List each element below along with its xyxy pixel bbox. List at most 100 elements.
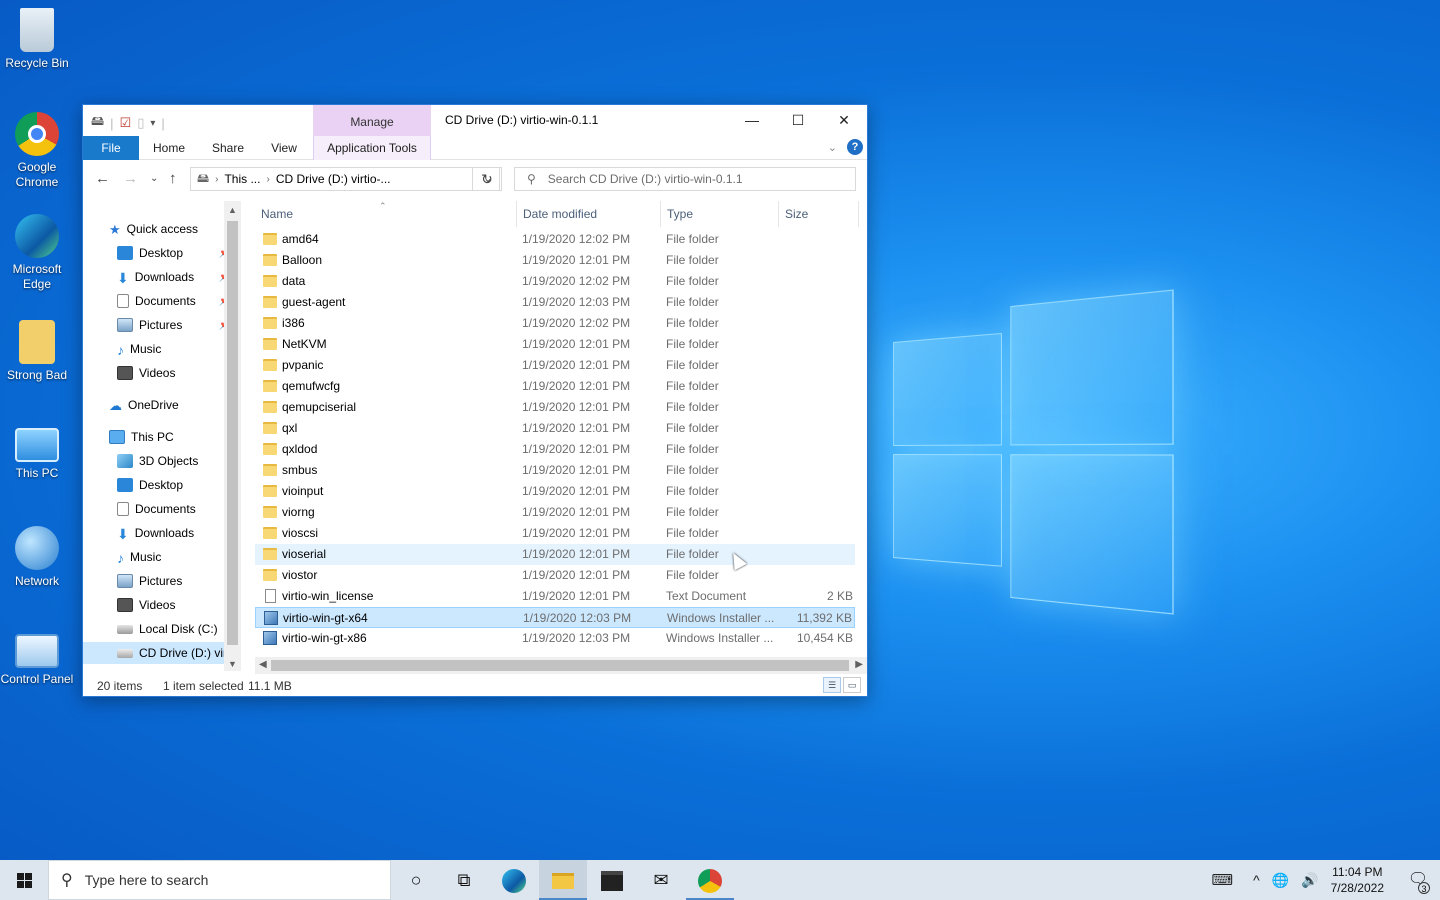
nav-quick-access[interactable]: ★ Quick access	[83, 218, 241, 240]
desktop-icon-strong-bad[interactable]: Strong Bad	[0, 320, 74, 383]
file-row[interactable]: qemupciserial 1/19/2020 12:01 PM File fold…	[255, 397, 855, 418]
desktop-icon-edge[interactable]: Microsoft Edge	[0, 214, 74, 292]
network-globe-icon[interactable]: 🌐	[1272, 872, 1289, 889]
address-bar[interactable]: 🖴 › This ... › CD Drive (D:) virtio-... …	[190, 167, 500, 191]
nav-3d-objects[interactable]: 3D Objects	[83, 450, 241, 472]
file-row[interactable]: vioscsi 1/19/2020 12:01 PM File folder	[255, 523, 855, 544]
file-row[interactable]: guest-agent 1/19/2020 12:03 PM File folder	[255, 292, 855, 313]
taskbar-search-box[interactable]: ⚲ Type here to search	[48, 860, 391, 900]
show-hidden-icons-icon[interactable]: ^	[1253, 872, 1260, 888]
file-list-horizontal-scrollbar[interactable]: ◀ ▶	[255, 657, 867, 674]
file-row[interactable]: virtio-win-gt-x86 1/19/2020 12:03 PM Windo…	[255, 628, 855, 649]
new-folder-icon[interactable]: ▯	[137, 115, 144, 131]
help-icon[interactable]: ?	[847, 139, 863, 155]
tab-application-tools[interactable]: Application Tools	[313, 136, 431, 160]
nav-qa-music[interactable]: ♪ Music	[83, 338, 241, 360]
scrollbar-thumb[interactable]	[271, 660, 849, 671]
tab-file[interactable]: File	[83, 136, 139, 160]
nav-qa-desktop[interactable]: Desktop📌	[83, 242, 241, 264]
file-row[interactable]: smbus 1/19/2020 12:01 PM File folder	[255, 460, 855, 481]
taskbar-chrome-icon[interactable]	[686, 860, 734, 900]
desktop-icon-label: This PC	[0, 466, 74, 481]
file-row[interactable]: data 1/19/2020 12:02 PM File folder	[255, 271, 855, 292]
file-type: File folder	[666, 547, 776, 561]
file-row[interactable]: amd64 1/19/2020 12:02 PM File folder	[255, 229, 855, 250]
tab-view[interactable]: View	[261, 136, 307, 160]
details-view-icon[interactable]: ☰	[823, 677, 841, 693]
desktop-icon-chrome[interactable]: Google Chrome	[0, 112, 74, 190]
column-header-size[interactable]: Size	[779, 201, 859, 227]
file-row[interactable]: viostor 1/19/2020 12:01 PM File folder	[255, 565, 855, 586]
clock[interactable]: 11:04 PM 7/28/2022	[1331, 864, 1384, 896]
customize-qat-icon[interactable]: ▾	[150, 118, 155, 129]
file-row[interactable]: viorng 1/19/2020 12:01 PM File folder	[255, 502, 855, 523]
file-row[interactable]: qxldod 1/19/2020 12:01 PM File folder	[255, 439, 855, 460]
taskbar-edge-icon[interactable]	[490, 860, 538, 900]
nav-pc-pictures[interactable]: Pictures	[83, 570, 241, 592]
nav-pane-scrollbar[interactable]: ▲ ▼	[224, 201, 241, 671]
back-arrow-icon[interactable]: ←	[95, 170, 110, 187]
search-box[interactable]: ⚲ Search CD Drive (D:) virtio-win-0.1.1	[514, 167, 856, 191]
desktop-icon-network[interactable]: Network	[0, 526, 74, 589]
nav-pc-documents[interactable]: Documents	[83, 498, 241, 520]
nav-onedrive[interactable]: ☁ OneDrive	[83, 394, 241, 416]
nav-pc-music[interactable]: ♪ Music	[83, 546, 241, 568]
volume-icon[interactable]: 🔊	[1301, 872, 1318, 889]
scroll-left-icon[interactable]: ◀	[259, 659, 267, 670]
file-row[interactable]: pvpanic 1/19/2020 12:01 PM File folder	[255, 355, 855, 376]
desktop-icon-this-pc[interactable]: This PC	[0, 424, 74, 481]
file-row[interactable]: vioserial 1/19/2020 12:01 PM File folder	[255, 544, 855, 565]
properties-icon[interactable]: ☑	[120, 115, 132, 131]
nav-qa-downloads[interactable]: ⬇ Downloads📌	[83, 266, 241, 288]
expand-ribbon-icon[interactable]: ⌄	[828, 141, 837, 154]
nav-this-pc[interactable]: This PC	[83, 426, 241, 448]
breadcrumb-this-pc[interactable]: This ...	[224, 172, 260, 186]
recent-locations-icon[interactable]: ⌄	[150, 173, 158, 184]
scroll-down-icon[interactable]: ▼	[228, 659, 237, 669]
file-row[interactable]: qxl 1/19/2020 12:01 PM File folder	[255, 418, 855, 439]
nav-pc-desktop[interactable]: Desktop	[83, 474, 241, 496]
breadcrumb-cd-drive[interactable]: CD Drive (D:) virtio-...	[276, 172, 391, 186]
scroll-right-icon[interactable]: ▶	[855, 659, 863, 670]
scroll-up-icon[interactable]: ▲	[228, 205, 237, 215]
file-row[interactable]: Balloon 1/19/2020 12:01 PM File folder	[255, 250, 855, 271]
file-row[interactable]: vioinput 1/19/2020 12:01 PM File folder	[255, 481, 855, 502]
taskbar-store-icon[interactable]	[588, 860, 636, 900]
nav-local-disk[interactable]: Local Disk (C:)	[83, 618, 241, 640]
nav-pc-downloads[interactable]: ⬇ Downloads	[83, 522, 241, 544]
nav-pc-videos[interactable]: Videos	[83, 594, 241, 616]
drive-icon[interactable]: 🖴	[91, 112, 104, 134]
file-row[interactable]: i386 1/19/2020 12:02 PM File folder	[255, 313, 855, 334]
maximize-button[interactable]: ☐	[775, 105, 821, 136]
column-header-type[interactable]: Type	[661, 201, 779, 227]
tab-share[interactable]: Share	[203, 136, 253, 160]
nav-cd-drive[interactable]: CD Drive (D:) virt	[83, 642, 241, 664]
refresh-button[interactable]: ↻	[472, 167, 502, 191]
file-row[interactable]: virtio-win_license 1/19/2020 12:01 PM Text…	[255, 586, 855, 607]
large-icons-view-icon[interactable]: ▭	[843, 677, 861, 693]
manage-tab[interactable]: Manage	[313, 105, 431, 136]
column-header-date[interactable]: Date modified	[517, 201, 661, 227]
file-row[interactable]: qemufwcfg 1/19/2020 12:01 PM File folder	[255, 376, 855, 397]
taskbar-mail-icon[interactable]: ✉	[637, 860, 685, 900]
cortana-icon[interactable]: ○	[392, 860, 440, 900]
keyboard-layout-icon[interactable]: ⌨	[1212, 871, 1234, 889]
nav-qa-documents[interactable]: Documents📌	[83, 290, 241, 312]
taskbar-file-explorer-icon[interactable]	[539, 860, 587, 900]
up-arrow-icon[interactable]: ↑	[169, 170, 177, 187]
tab-home[interactable]: Home	[145, 136, 193, 160]
desktop-icon-recycle-bin[interactable]: Recycle Bin	[0, 8, 74, 71]
forward-arrow-icon[interactable]: →	[123, 170, 138, 187]
start-button[interactable]	[0, 860, 48, 900]
nav-qa-pictures[interactable]: Pictures📌	[83, 314, 241, 336]
minimize-button[interactable]: —	[729, 105, 775, 136]
file-row[interactable]: virtio-win-gt-x64 1/19/2020 12:03 PM Windo…	[255, 607, 855, 628]
column-header-name[interactable]: Name ⌃	[255, 201, 517, 227]
action-center-icon[interactable]: 🗨 3	[1396, 860, 1440, 900]
desktop-icon-control-panel[interactable]: Control Panel	[0, 632, 74, 687]
nav-qa-videos[interactable]: Videos	[83, 362, 241, 384]
close-button[interactable]: ✕	[821, 105, 867, 136]
file-row[interactable]: NetKVM 1/19/2020 12:01 PM File folder	[255, 334, 855, 355]
task-view-icon[interactable]: ⧉	[440, 860, 488, 900]
scrollbar-thumb[interactable]	[227, 221, 238, 645]
